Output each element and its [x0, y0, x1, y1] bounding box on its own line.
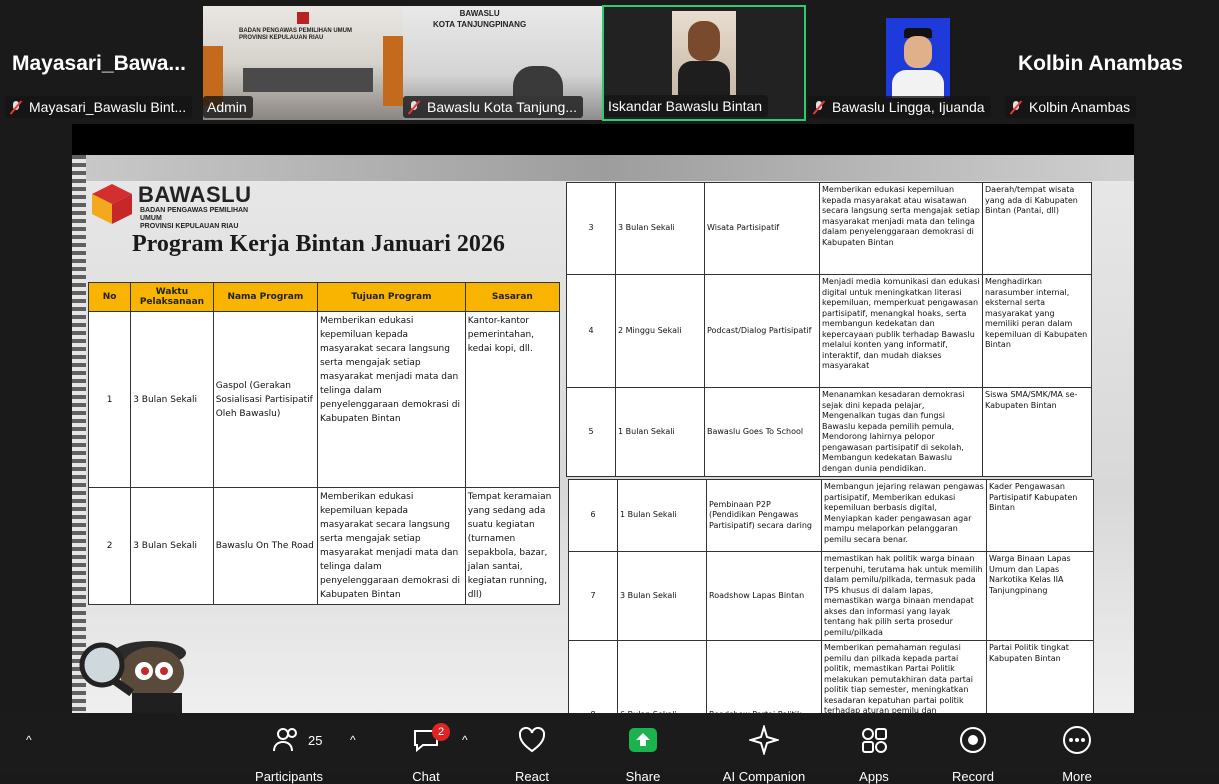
participant-label: Admin — [203, 96, 253, 118]
program-table-right-top: 3 3 Bulan Sekali Wisata Partisipatif Mem… — [566, 182, 1092, 477]
slide-title: Program Kerja Bintan Januari 2026 — [132, 231, 505, 257]
participant-label: Bawaslu Lingga, Ijuanda — [808, 96, 991, 118]
table-row: 2 3 Bulan Sekali Bawaslu On The Road Mem… — [87, 487, 561, 605]
header-target: Sasaran — [464, 282, 561, 312]
share-screen-icon — [629, 728, 657, 752]
table-row: 6 1 Bulan Sekali Pembinaan P2P (Pendidik… — [568, 479, 1094, 552]
office-sign: BAWASLU KOTA TANJUNGPINANG — [433, 9, 527, 29]
table-row: 8 6 Bulan Sekali Roadshow Partai Politik… — [568, 640, 1094, 713]
table-row: 3 3 Bulan Sekali Wisata Partisipatif Mem… — [566, 182, 1092, 275]
header-time: Waktu Pelaksanaan — [130, 282, 214, 312]
chat-button[interactable]: 2 Chat — [400, 723, 452, 784]
webcam-feed — [886, 18, 950, 98]
chevron-up-icon[interactable]: ^ — [350, 733, 356, 747]
participant-tile-admin[interactable]: BADAN PENGAWAS PEMILIHAN UMUM PROVINSI K… — [203, 6, 403, 120]
speaker-name-right: Kolbin Anambas — [1018, 52, 1183, 75]
header-goal: Tujuan Program — [316, 282, 466, 312]
webcam-feed — [672, 11, 736, 95]
bawaslu-cube-icon — [92, 184, 132, 224]
share-button[interactable]: Share — [616, 725, 670, 784]
participant-label: Mayasari_Bawaslu Bint... — [5, 96, 193, 118]
participants-icon — [273, 728, 297, 752]
apps-button[interactable]: Apps — [848, 725, 900, 784]
more-dots-icon — [1063, 726, 1091, 754]
bawaslu-logo: BAWASLU BADAN PENGAWAS PEMILIHAN UMUM PRO… — [90, 180, 270, 230]
shared-screen: BAWASLU BADAN PENGAWAS PEMILIHAN UMUM PRO… — [72, 155, 1134, 713]
react-button[interactable]: React — [506, 725, 558, 784]
more-button[interactable]: More — [1052, 725, 1102, 784]
program-table-right-bottom: 6 1 Bulan Sekali Pembinaan P2P (Pendidik… — [568, 479, 1094, 713]
mic-muted-icon — [1009, 100, 1023, 114]
program-table-left: No Waktu Pelaksanaan Nama Program Tujuan… — [87, 282, 561, 605]
participant-tile-tanjungpinang[interactable]: BAWASLU KOTA TANJUNGPINANG Bawaslu Kota … — [403, 6, 602, 120]
office-sign: BADAN PENGAWAS PEMILIHAN UMUM PROVINSI K… — [227, 12, 377, 46]
table-row: 5 1 Bulan Sekali Bawaslu Goes To School … — [566, 387, 1092, 477]
participant-label: Bawaslu Kota Tanjung... — [403, 96, 583, 118]
table-row: 1 3 Bulan Sekali Gaspol (Gerakan Sosiali… — [87, 311, 561, 488]
mic-muted-icon — [407, 100, 421, 114]
heart-icon — [518, 726, 546, 753]
chevron-up-icon[interactable]: ^ — [462, 733, 468, 747]
header-name: Nama Program — [212, 282, 318, 312]
chat-badge: 2 — [432, 723, 450, 741]
participant-tile-iskandar-active[interactable]: Iskandar Bawaslu Bintan — [602, 5, 806, 121]
participant-label: Iskandar Bawaslu Bintan — [604, 95, 769, 117]
participant-label: Kolbin Anambas — [1005, 96, 1137, 118]
record-icon — [960, 727, 986, 753]
participant-tile-lingga[interactable]: Bawaslu Lingga, Ijuanda — [808, 6, 1004, 120]
participants-count: 25 — [308, 733, 323, 748]
chevron-up-icon[interactable]: ^ — [26, 733, 32, 747]
table-row: 4 2 Minggu Sekali Podcast/Dialog Partisi… — [566, 274, 1092, 388]
participants-button[interactable]: 25 Participants — [246, 725, 332, 784]
participant-tile-mayasari[interactable]: Mayasari_Bawaslu Bint... — [5, 6, 203, 120]
sparkle-icon — [749, 725, 779, 755]
ai-companion-button[interactable]: AI Companion — [712, 725, 816, 784]
mic-muted-icon — [9, 100, 23, 114]
mic-muted-icon — [812, 100, 826, 114]
table-row: 7 3 Bulan Sekali Roadshow Lapas Bintan m… — [568, 551, 1094, 641]
video-strip: Mayasari_Bawa... Mayasari_Bawaslu Bint..… — [0, 0, 1219, 122]
header-no: No — [87, 282, 132, 312]
share-header-bar — [72, 124, 1134, 155]
meeting-toolbar: ^ 25 Participants ^ 2 Chat ^ React Share — [0, 713, 1219, 784]
apps-icon — [862, 728, 887, 753]
record-button[interactable]: Record — [946, 725, 1000, 784]
mascot-detective-icon — [79, 641, 186, 713]
